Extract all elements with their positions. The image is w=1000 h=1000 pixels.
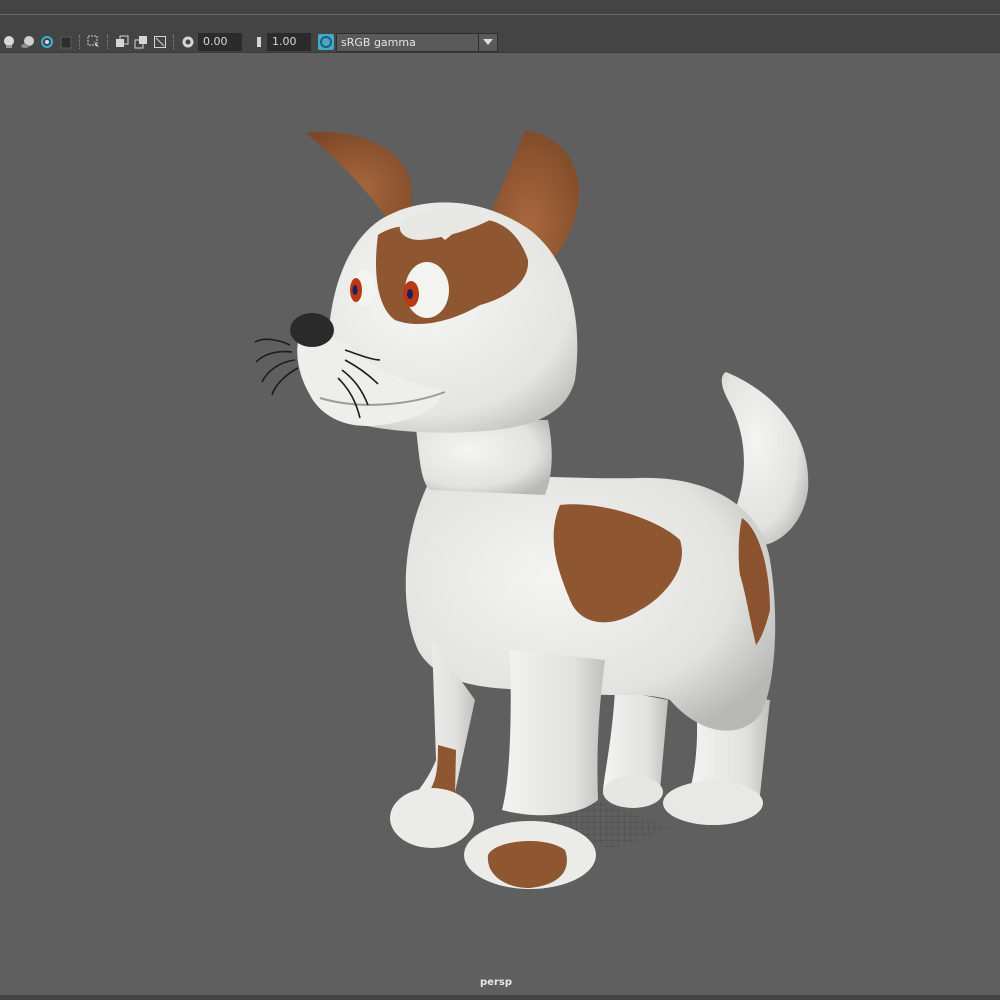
toolbar-separator — [79, 35, 82, 49]
color-management-label: sRGB gamma — [341, 35, 416, 49]
exposure-icon[interactable] — [179, 33, 197, 51]
panel-toolbar: 0.00 1.00 sRGB gamma — [0, 15, 1000, 53]
color-management-dropdown[interactable]: sRGB gamma — [336, 32, 498, 52]
nose — [290, 313, 334, 347]
exposure-field[interactable]: 0.00 — [198, 33, 242, 51]
backface-icon[interactable] — [151, 33, 169, 51]
3d-viewport[interactable] — [0, 53, 1000, 995]
back-paw-left — [603, 776, 663, 808]
front-paw-left — [390, 788, 474, 848]
gamma-field[interactable]: 1.00 — [267, 33, 311, 51]
back-paw-right — [663, 781, 763, 825]
toolbar-separator — [107, 35, 110, 49]
camera-label: persp — [480, 977, 512, 988]
eye-left-pupil — [352, 285, 358, 295]
dog-model — [254, 130, 809, 889]
color-management-icon[interactable] — [317, 33, 335, 51]
toolbar-row: 0.00 1.00 sRGB gamma — [0, 32, 498, 52]
maya-viewport-panel: 0.00 1.00 sRGB gamma persp — [0, 0, 1000, 1000]
menu-strip — [0, 0, 1000, 15]
xray-joints-icon[interactable] — [132, 33, 150, 51]
motion-blur-icon[interactable] — [57, 33, 75, 51]
ambient-occlusion-icon[interactable] — [38, 33, 56, 51]
isolate-select-icon[interactable] — [85, 33, 103, 51]
toolbar-separator — [173, 35, 176, 49]
dropdown-arrow-icon — [478, 33, 497, 51]
shadows-icon[interactable] — [19, 33, 37, 51]
bottom-border — [0, 995, 1000, 1000]
gamma-icon[interactable] — [248, 33, 266, 51]
xray-icon[interactable] — [113, 33, 131, 51]
front-leg-right — [502, 650, 605, 816]
eye-right-pupil — [407, 289, 413, 299]
lights-icon[interactable] — [0, 33, 18, 51]
